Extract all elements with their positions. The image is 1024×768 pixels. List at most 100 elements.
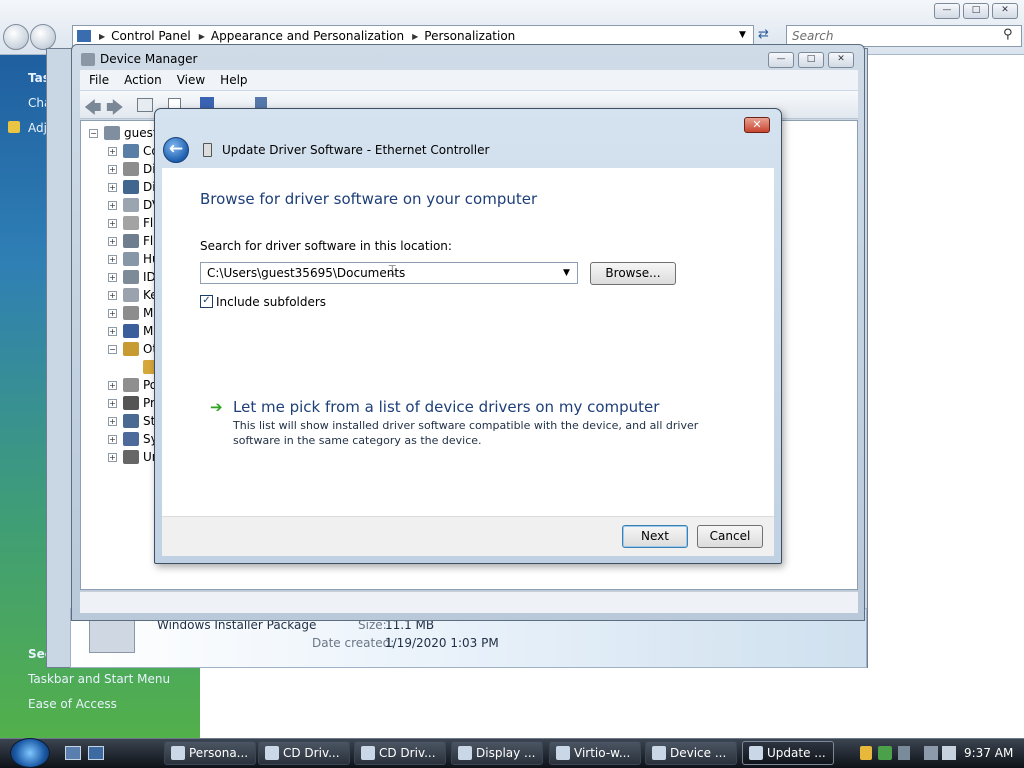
expand-icon[interactable]: + <box>108 236 117 246</box>
network-disconnected-icon[interactable] <box>924 746 938 760</box>
taskbar-button[interactable]: Persona... <box>164 741 256 765</box>
switch-windows-icon[interactable] <box>88 746 104 760</box>
menu-action[interactable]: Action <box>124 73 162 87</box>
tree-category-item[interactable]: + Hu <box>108 250 160 268</box>
next-button[interactable]: Next <box>622 525 688 548</box>
pick-from-list-link[interactable]: Let me pick from a list of device driver… <box>233 398 659 416</box>
taskbar-button[interactable]: CD Driv... <box>258 741 350 765</box>
show-hide-tree-icon[interactable] <box>137 98 153 112</box>
expand-icon[interactable]: + <box>108 308 117 318</box>
taskbar-button[interactable]: Display ... <box>451 741 543 765</box>
breadcrumb-appearance[interactable]: Appearance and Personalization <box>211 29 404 43</box>
tree-category-item[interactable]: + Ke <box>108 286 158 304</box>
tree-category-item[interactable]: + Fl <box>108 232 153 250</box>
taskbar-button-label: Virtio-w... <box>574 746 631 760</box>
breadcrumb-personalization[interactable]: Personalization <box>424 29 515 43</box>
device-manager-icon <box>81 53 95 66</box>
expand-icon[interactable]: + <box>108 182 117 192</box>
taskbar-button[interactable]: Device ... <box>645 741 737 765</box>
dm-close-button[interactable]: ✕ <box>828 52 854 68</box>
taskbar-button[interactable]: Virtio-w... <box>549 741 641 765</box>
computer-icon <box>104 126 120 140</box>
expand-icon[interactable]: + <box>108 218 117 228</box>
back-nav-button[interactable] <box>3 24 29 50</box>
shield-icon <box>8 121 20 133</box>
chevron-down-icon[interactable]: ▼ <box>563 268 570 278</box>
tree-category-item[interactable]: + Sy <box>108 430 158 448</box>
expand-icon[interactable]: + <box>108 326 117 336</box>
device-category-icon <box>123 414 139 428</box>
dialog-close-button[interactable]: ✕ <box>744 117 770 133</box>
installer-package-icon <box>89 619 135 653</box>
dm-minimize-button[interactable]: — <box>768 52 794 68</box>
forward-nav-button[interactable] <box>30 24 56 50</box>
device-category-icon <box>123 198 139 212</box>
expand-icon[interactable]: + <box>108 398 117 408</box>
taskbar-button[interactable]: CD Driv... <box>354 741 446 765</box>
refresh-icon[interactable]: ⇄ <box>758 27 769 42</box>
tree-category-item[interactable]: + DV <box>108 196 160 214</box>
include-subfolders-checkbox[interactable]: ✓ <box>200 295 213 308</box>
menu-help[interactable]: Help <box>220 73 247 87</box>
expand-icon[interactable]: + <box>108 290 117 300</box>
show-desktop-icon[interactable] <box>65 746 81 760</box>
tree-category-item[interactable]: + Di <box>108 178 156 196</box>
restore-button[interactable]: □ <box>963 3 989 19</box>
tree-category-item[interactable]: + St <box>108 412 155 430</box>
start-button[interactable] <box>10 738 50 768</box>
date-created-label: Date created: <box>312 636 395 650</box>
tree-category-item[interactable]: − Ot <box>108 340 157 358</box>
taskbar-button[interactable]: Update ... <box>742 741 834 765</box>
tree-category-item[interactable]: + M <box>108 304 153 322</box>
expand-icon[interactable]: + <box>108 164 117 174</box>
tree-category-item[interactable]: + Po <box>108 376 157 394</box>
expand-icon[interactable]: + <box>108 380 117 390</box>
dm-maximize-button[interactable]: □ <box>798 52 824 68</box>
search-icon[interactable]: ⚲ <box>1003 27 1013 42</box>
device-category-icon <box>123 270 139 284</box>
tree-category-item[interactable]: + Ur <box>108 448 157 466</box>
security-shield-icon[interactable] <box>860 746 872 760</box>
tree-root[interactable]: − guest <box>89 124 158 142</box>
expand-icon[interactable]: + <box>108 272 117 282</box>
tree-category-item[interactable]: + Di <box>108 160 156 178</box>
ease-of-access-link[interactable]: Ease of Access <box>28 697 117 711</box>
device-category-icon <box>123 234 139 248</box>
close-button[interactable]: ✕ <box>992 3 1018 19</box>
taskbar-start-menu-link[interactable]: Taskbar and Start Menu <box>28 672 170 686</box>
include-subfolders-label[interactable]: Include subfolders <box>216 295 326 309</box>
cancel-button[interactable]: Cancel <box>697 525 763 548</box>
tree-root-label: guest <box>124 126 158 140</box>
window-icon <box>171 746 185 760</box>
notification-icon[interactable] <box>898 746 910 760</box>
expand-icon[interactable]: + <box>108 200 117 210</box>
minimize-button[interactable]: — <box>934 3 960 19</box>
clock[interactable]: 9:37 AM <box>964 741 1013 765</box>
task-link[interactable]: Adj <box>28 121 47 135</box>
expand-icon[interactable]: + <box>108 254 117 264</box>
collapse-icon[interactable]: − <box>89 128 98 138</box>
green-arrow-icon: ➔ <box>210 398 223 416</box>
tree-category-item[interactable]: + ID <box>108 268 156 286</box>
collapse-icon[interactable]: − <box>108 344 117 354</box>
expand-icon[interactable]: + <box>108 434 117 444</box>
tree-category-item[interactable]: + Co <box>108 142 159 160</box>
device-category-icon <box>123 180 139 194</box>
expand-icon[interactable]: + <box>108 146 117 156</box>
menu-file[interactable]: File <box>89 73 109 87</box>
tree-category-item[interactable]: + M <box>108 322 153 340</box>
device-category-icon <box>123 342 139 356</box>
dialog-back-button[interactable]: ← <box>163 137 189 163</box>
address-dropdown-icon[interactable]: ▼ <box>739 30 746 40</box>
device-category-icon <box>123 378 139 392</box>
tree-category-item[interactable]: + Pr <box>108 394 155 412</box>
tree-category-item[interactable]: + Fl <box>108 214 153 232</box>
security-center-icon[interactable] <box>878 746 892 760</box>
browse-button[interactable]: Browse... <box>590 262 676 285</box>
breadcrumb-control-panel[interactable]: Control Panel <box>111 29 191 43</box>
volume-muted-icon[interactable] <box>942 746 956 760</box>
menu-view[interactable]: View <box>177 73 205 87</box>
expand-icon[interactable]: + <box>108 416 117 426</box>
expand-icon[interactable]: + <box>108 452 117 462</box>
breadcrumb-sep-icon: ▶ <box>99 31 106 41</box>
